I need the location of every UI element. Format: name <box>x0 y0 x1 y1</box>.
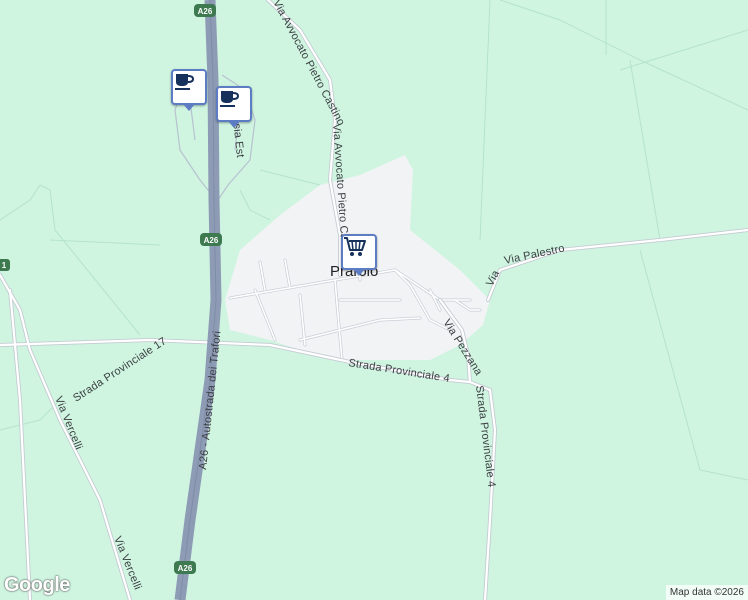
poi-cafe-2[interactable] <box>216 86 252 128</box>
shopping-cart-icon <box>344 237 366 256</box>
svg-text:A26: A26 <box>198 7 213 16</box>
poi-cafe-1[interactable] <box>171 69 207 111</box>
shield-a26-top: A26 <box>194 4 216 17</box>
svg-text:A26: A26 <box>204 236 219 245</box>
svg-text:A26: A26 <box>178 564 193 573</box>
poi-shopping[interactable] <box>341 234 377 276</box>
shield-left-edge: 1 <box>0 259 10 271</box>
svg-text:1: 1 <box>2 261 7 270</box>
map-canvas[interactable]: A26 A26 A26 1 Via Avvocato Pietro Castin… <box>0 0 748 600</box>
map-layer: A26 A26 A26 1 Via Avvocato Pietro Castin… <box>0 0 748 600</box>
coffee-cup-icon <box>220 91 240 107</box>
shield-a26-mid: A26 <box>200 233 222 246</box>
shield-a26-bottom: A26 <box>174 561 196 574</box>
google-logo: Google <box>4 574 70 596</box>
map-attribution[interactable]: Map data ©2026 <box>665 585 748 600</box>
coffee-cup-icon <box>175 74 195 90</box>
